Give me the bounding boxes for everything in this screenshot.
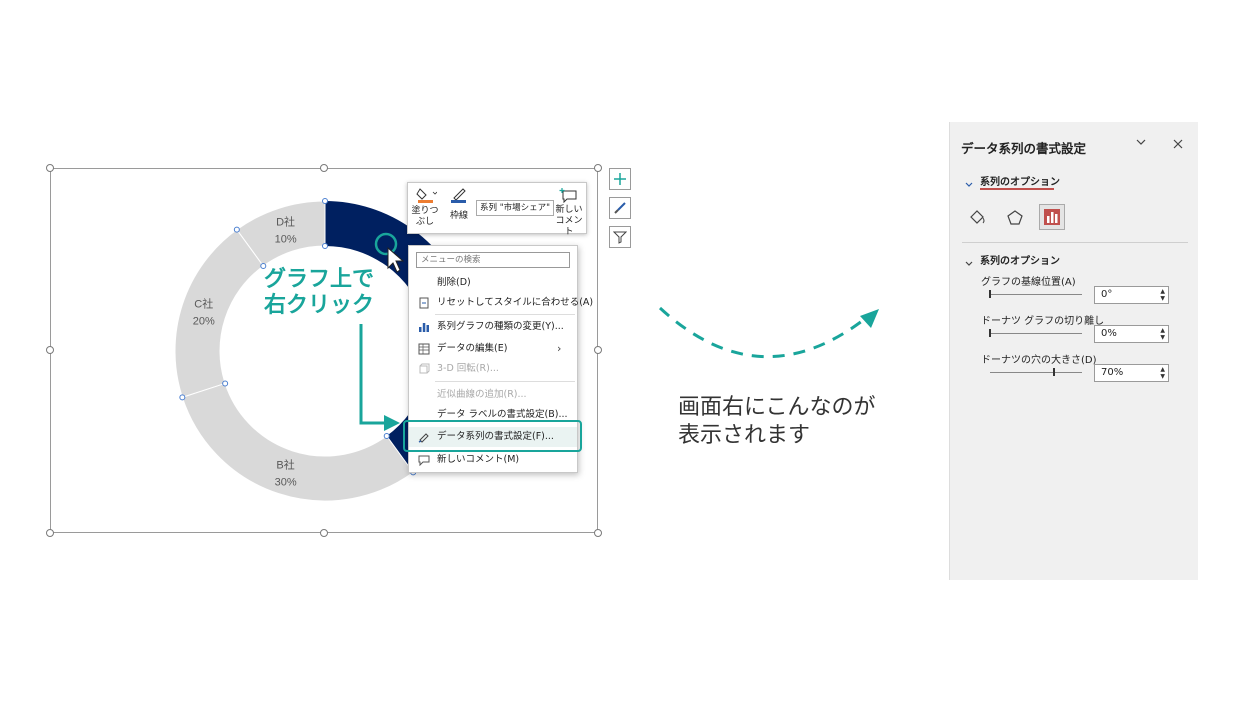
paint-bucket-icon [970, 210, 985, 224]
pane-close-icon[interactable] [1172, 135, 1184, 154]
tab-series-options[interactable]: 系列のオプション [980, 173, 1060, 188]
effects-tab-button[interactable] [1002, 205, 1028, 231]
tab-underline [980, 188, 1054, 190]
spin-value: 0% [1101, 328, 1117, 339]
mouse-cursor-icon [387, 246, 405, 273]
section-series-options: 系列のオプション [980, 256, 1060, 267]
pane-title: データ系列の書式設定 [961, 141, 1087, 156]
pentagon-icon [1007, 210, 1023, 225]
spin-value: 0° [1101, 289, 1113, 300]
field-label-donut-hole-size: ドーナツの穴の大きさ(D) [981, 355, 1097, 366]
donut-hole-size-input[interactable]: 70% ▲ ▼ [1094, 364, 1169, 382]
series-options-tab-button[interactable] [1039, 204, 1065, 230]
explanation-note: 画面右にこんなのが 表示されます [678, 394, 876, 450]
fill-line-tab-button[interactable] [964, 205, 990, 231]
first-slice-angle-slider[interactable] [990, 294, 1082, 295]
field-label-first-slice-angle: グラフの基線位置(A) [981, 277, 1076, 288]
tab-expand-chevron-icon[interactable] [964, 175, 974, 194]
slider-thumb[interactable] [1053, 368, 1056, 376]
slider-thumb[interactable] [989, 329, 991, 337]
donut-explosion-slider[interactable] [990, 333, 1082, 334]
spin-arrows-icon[interactable]: ▲ ▼ [1160, 288, 1165, 302]
guide-arrow [359, 324, 385, 425]
note-line-2: 表示されます [678, 423, 811, 448]
format-data-series-pane: データ系列の書式設定 系列のオプション 系列のオプション グラフの基線位置(A)… [949, 122, 1198, 580]
donut-explosion-input[interactable]: 0% ▲ ▼ [1094, 325, 1169, 343]
annotation-line-2: 右クリック [264, 293, 375, 318]
spin-arrows-icon[interactable]: ▲ ▼ [1160, 327, 1165, 341]
curved-arrowhead-icon [860, 309, 879, 328]
note-line-1: 画面右にこんなのが [678, 395, 876, 420]
slider-thumb[interactable] [989, 290, 991, 298]
annotation-line-1: グラフ上で [264, 267, 375, 292]
click-marker-icon [374, 232, 398, 256]
field-label-donut-explosion: ドーナツ グラフの切り離し [981, 316, 1105, 327]
section-collapse-chevron-icon[interactable] [964, 254, 974, 273]
pane-options-chevron-icon[interactable] [1135, 136, 1147, 151]
bar-chart-icon [1044, 209, 1060, 225]
first-slice-angle-input[interactable]: 0° ▲ ▼ [1094, 286, 1169, 304]
donut-hole-size-slider[interactable] [990, 372, 1082, 373]
spin-value: 70% [1101, 367, 1124, 378]
right-click-annotation: グラフ上で 右クリック [264, 267, 374, 319]
curved-dashed-arrow [658, 306, 867, 358]
spin-arrows-icon[interactable]: ▲ ▼ [1160, 366, 1165, 380]
arrowhead-icon [384, 415, 400, 431]
